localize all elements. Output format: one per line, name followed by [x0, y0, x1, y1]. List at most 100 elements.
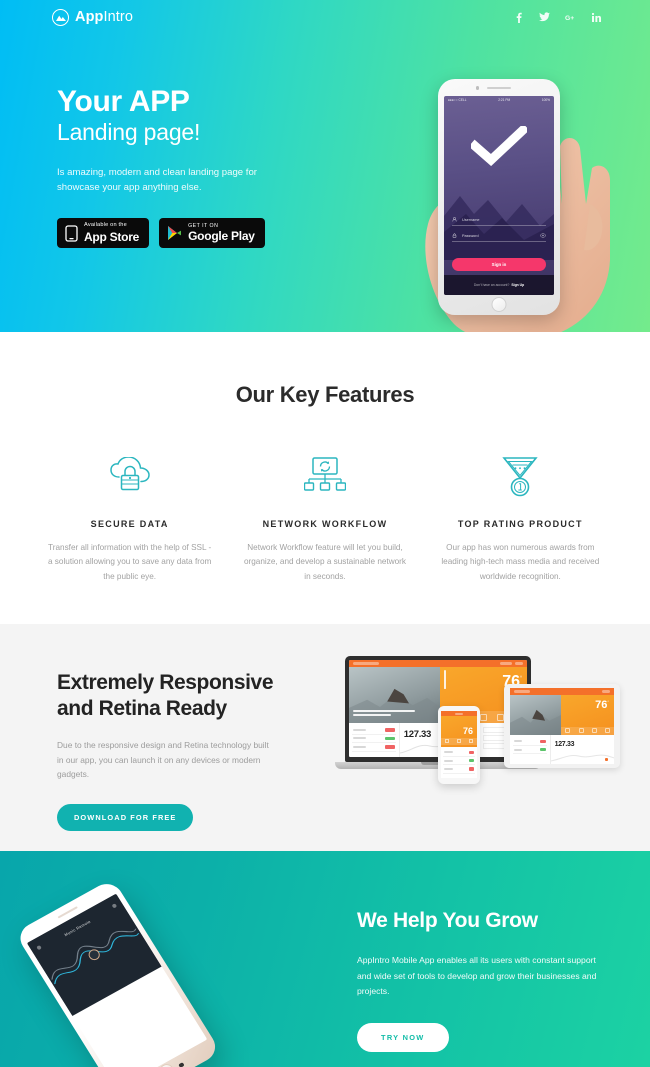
brand-name-bold: App: [75, 9, 104, 25]
forecast-day: [479, 713, 487, 721]
network-sync-icon: [241, 454, 408, 500]
feature-heading: NETWORK WORKFLOW: [262, 519, 388, 529]
stat-chart: 127.33: [550, 735, 614, 764]
news-headline: [353, 709, 435, 719]
forecast-day: [604, 728, 610, 734]
feature-card-network-workflow: NETWORK WORKFLOW Network Workflow featur…: [227, 454, 422, 584]
player-controls: [117, 1042, 219, 1067]
lock-icon: [452, 233, 457, 238]
signup-prompt-text: Don't have an account?: [473, 283, 510, 287]
signup-prompt[interactable]: Don't have an account? Sign Up: [444, 275, 554, 295]
topbar-item: [515, 662, 523, 666]
phone-speaker: [487, 87, 511, 90]
password-field[interactable]: Password: [452, 232, 546, 242]
download-for-free-button[interactable]: DOWNLOAD FOR FREE: [57, 803, 194, 831]
small-phone-mockup: 76: [438, 706, 480, 785]
appstore-small-text: Available on the: [84, 222, 127, 229]
forecast-day: [578, 728, 584, 734]
forecast-day: [591, 728, 597, 734]
table-row: [352, 743, 396, 752]
stock-list: [510, 734, 551, 765]
googleplay-big-text: Google Play: [188, 229, 255, 244]
feature-text: Transfer all information with the help o…: [47, 543, 212, 581]
feature-heading: TOP RATING PRODUCT: [457, 519, 583, 529]
stock-list: [441, 746, 477, 779]
dashboard-topbar: [349, 660, 527, 668]
signup-link[interactable]: Sign Up: [511, 283, 524, 287]
headline-line: [353, 714, 391, 717]
linkedin-icon[interactable]: [591, 11, 602, 23]
brand-logo[interactable]: AppIntro: [52, 8, 133, 26]
brand-name-light: Intro: [103, 9, 134, 25]
checkmark-icon: [444, 126, 554, 166]
table-row: [443, 765, 475, 774]
status-battery: 100%: [541, 97, 550, 102]
features-section: Our Key Features SECURE DATA Transfer al…: [0, 332, 650, 625]
dashboard-bottom: 127.33: [510, 734, 614, 765]
hero-phone-screen: ●●●○○ CELL 2:21 PM 100% Username Passwor…: [444, 96, 554, 295]
news-photo: [349, 667, 440, 724]
signin-button[interactable]: Sign in: [452, 258, 546, 271]
username-placeholder: Username: [462, 217, 480, 222]
topbar-item: [455, 712, 463, 715]
svg-text:G+: G+: [565, 15, 574, 22]
feature-text: Our app has won numerous awards from lea…: [441, 543, 600, 581]
grow-text: AppIntro Mobile App enables all its user…: [357, 955, 597, 996]
appstore-label: Available on the App Store: [84, 222, 140, 244]
dashboard-mockup-phone: 76: [441, 711, 477, 779]
eye-icon[interactable]: [540, 232, 546, 239]
googleplay-button[interactable]: GET IT ON Google Play: [159, 218, 265, 248]
hero-copy: Your APP Landing page! Is amazing, moder…: [57, 86, 337, 248]
grow-heading: We Help You Grow: [357, 909, 538, 933]
table-row: [352, 735, 396, 744]
news-photo: [510, 695, 562, 735]
responsive-section: Extremely Responsive and Retina Ready Du…: [0, 624, 650, 852]
feature-card-secure-data: SECURE DATA Transfer all information wit…: [32, 454, 227, 584]
top-navigation-bar: AppIntro G+: [0, 0, 650, 34]
status-time: 2:21 PM: [498, 97, 511, 102]
control-button[interactable]: [178, 1062, 185, 1067]
forecast-days: [561, 726, 614, 735]
responsive-text: Due to the responsive design and Retina …: [57, 740, 269, 780]
appstore-big-text: App Store: [84, 229, 140, 244]
apple-icon: [65, 224, 78, 242]
tablet-screen: 76° 127.33: [510, 688, 614, 765]
cloud-icon: [443, 670, 446, 690]
forecast-days: [441, 737, 477, 745]
grow-phone-screen: Music Remote: [26, 893, 219, 1067]
device-mockups: 76° 127.33 76° 127.33 76: [335, 656, 620, 786]
user-icon: [452, 217, 457, 222]
sparkline: [550, 754, 614, 762]
dashboard-mockup-tablet: 76° 127.33: [510, 688, 614, 765]
headline-line: [353, 709, 416, 713]
stock-list: [349, 723, 400, 758]
forecast-day: [565, 728, 571, 734]
status-carrier: ●●●○○ CELL: [448, 97, 467, 102]
forecast-day: [457, 739, 461, 744]
googleplay-label: GET IT ON Google Play: [188, 223, 255, 244]
hero-phone-mockup: ●●●○○ CELL 2:21 PM 100% Username Passwor…: [386, 67, 646, 332]
phone-status-bar: ●●●○○ CELL 2:21 PM 100%: [444, 96, 554, 103]
phone-camera: [476, 86, 480, 90]
small-phone-screen: 76: [441, 711, 477, 779]
username-field[interactable]: Username: [452, 217, 546, 226]
hero-title: Your APP: [57, 85, 190, 118]
table-row: [443, 749, 475, 757]
social-links: G+: [513, 11, 602, 23]
phone-home-button: [491, 296, 507, 312]
hero-section: AppIntro G+ Your APP Landing page! Is am…: [0, 0, 650, 332]
hero-description: Is amazing, modern and clean landing pag…: [57, 166, 257, 194]
rock-illustration: [510, 709, 562, 735]
google-plus-icon[interactable]: G+: [565, 11, 576, 23]
table-row: [352, 726, 396, 735]
forecast-day: [445, 739, 449, 744]
brand-name: AppIntro: [75, 9, 133, 25]
appstore-button[interactable]: Available on the App Store: [57, 218, 150, 248]
app-store-buttons: Available on the App Store GET IT ON Goo…: [57, 218, 337, 248]
topbar-item: [602, 690, 610, 694]
try-now-button[interactable]: TRY NOW: [357, 1023, 449, 1053]
facebook-icon[interactable]: [513, 11, 524, 23]
twitter-icon[interactable]: [539, 11, 550, 23]
hero-subtitle: Landing page!: [57, 119, 201, 146]
dashboard-topbar: [510, 688, 614, 696]
